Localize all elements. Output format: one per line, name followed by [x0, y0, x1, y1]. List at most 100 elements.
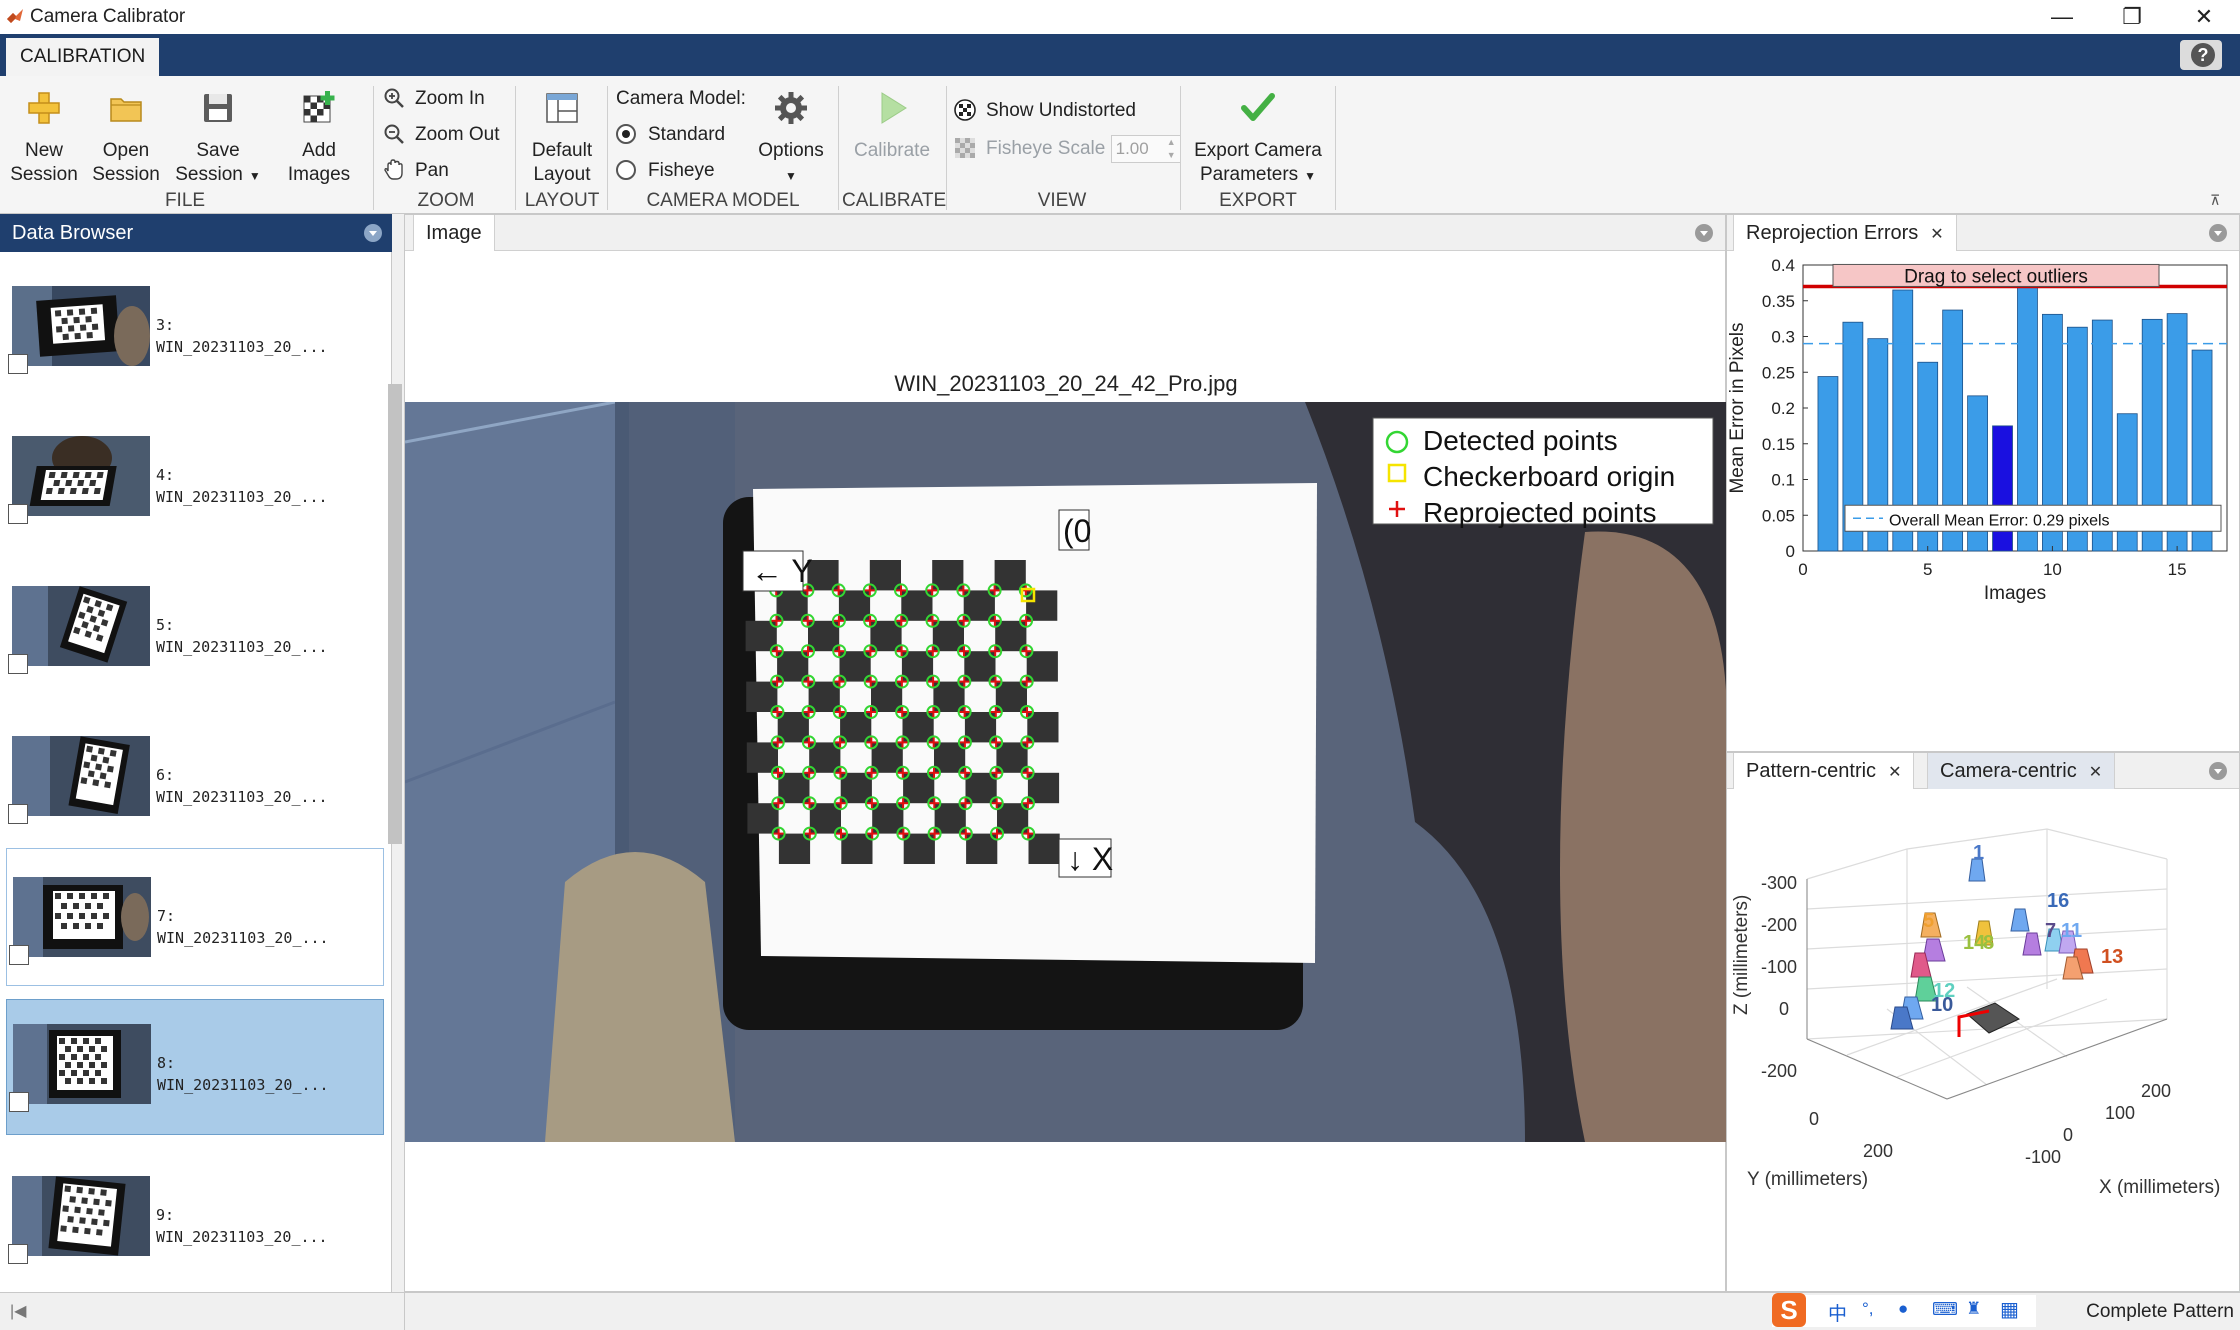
fisheye-radio[interactable]: Fisheye	[616, 156, 715, 186]
tab-camera-centric-label: Camera-centric	[1940, 760, 2077, 782]
skin-icon[interactable]: ♜	[1966, 1299, 1981, 1319]
error-bar	[1992, 425, 2013, 552]
collapse-ribbon-icon[interactable]: ⊼	[2210, 192, 2220, 209]
section-divider	[1335, 86, 1336, 210]
detected-point	[833, 735, 848, 750]
close-icon[interactable]: ✕	[1888, 764, 1901, 781]
close-icon[interactable]: ✕	[1930, 226, 1943, 243]
standard-radio[interactable]: Standard	[616, 120, 725, 150]
layout-grid-icon	[546, 93, 578, 123]
folder-icon	[110, 98, 142, 122]
detected-point	[800, 613, 815, 628]
item-name: WIN_20231103_20_...	[156, 338, 328, 356]
help-button[interactable]: ?	[2180, 40, 2222, 70]
panel-menu-icon[interactable]	[2209, 224, 2227, 242]
x-tick: 100	[2105, 1103, 2135, 1123]
data-browser-scrollbar[interactable]	[388, 384, 402, 844]
list-item[interactable]: 5: WIN_20231103_20_...	[6, 562, 384, 698]
export-camera-parameters-button[interactable]: Export Camera Parameters ▼	[1188, 90, 1328, 188]
new-session-button[interactable]: New Session	[8, 90, 80, 187]
checkerboard-flag-icon	[9, 945, 29, 965]
list-item-selected[interactable]: 8: WIN_20231103_20_...	[6, 999, 384, 1135]
detected-point	[1020, 705, 1034, 719]
image-title: WIN_20231103_20_24_42_Pro.jpg	[894, 371, 1238, 396]
restore-button[interactable]: ❐	[2100, 0, 2164, 34]
tab-reprojection-errors[interactable]: Reprojection Errors ✕	[1733, 215, 1957, 251]
ime-toolbar: S 中 °, ● ⌨ ♜ ▦	[1772, 1293, 2036, 1327]
reprojection-errors-chart[interactable]: Drag to select outliers Overall Mean Erro…	[1727, 251, 2240, 751]
extrinsics-3d-plot[interactable]: 1 16 5 14 8 7 11 13 12 10 -300 -200 -100…	[1727, 789, 2240, 1293]
detected-point	[801, 674, 816, 689]
detected-point	[863, 674, 878, 689]
list-item[interactable]: 9: WIN_20231103_20_...	[6, 1152, 384, 1288]
add-images-label-2: Images	[287, 164, 351, 185]
detected-point	[925, 583, 940, 598]
hand-icon	[384, 159, 403, 180]
y-tick-label: 0.35	[1762, 292, 1795, 311]
checkmark-icon	[1241, 93, 1275, 121]
close-window-button[interactable]: ✕	[2172, 0, 2236, 34]
show-undistorted-button[interactable]: Show Undistorted	[954, 96, 1136, 126]
tab-pattern-centric[interactable]: Pattern-centric ✕	[1733, 753, 1915, 789]
list-item[interactable]: 4: WIN_20231103_20_...	[6, 412, 384, 548]
detected-point	[895, 765, 910, 780]
panel-menu-icon[interactable]	[364, 224, 382, 242]
fisheye-scale-spinner[interactable]: 1.00 ▲ ▼	[1110, 134, 1181, 163]
thumbnail-image	[12, 1176, 150, 1256]
detected-point	[865, 826, 880, 841]
tab-image[interactable]: Image	[413, 215, 495, 251]
item-name: WIN_20231103_20_...	[157, 1076, 329, 1094]
thumbnail-image	[12, 736, 150, 816]
calibrate-button[interactable]: Calibrate	[846, 90, 938, 163]
detected-point	[770, 735, 785, 750]
z-axis-label: Z (millimeters)	[1731, 895, 1752, 1015]
default-layout-label-1: Default	[531, 140, 593, 161]
y-tick-label: 0.05	[1762, 506, 1795, 525]
keyboard-icon[interactable]: ⌨	[1932, 1299, 1958, 1320]
detected-point	[864, 705, 878, 719]
minimize-button[interactable]: —	[2030, 0, 2094, 34]
default-layout-button[interactable]: Default Layout	[522, 90, 602, 187]
calibration-image[interactable]: ← Y ↓ X (0 Detected points Checkerboard …	[405, 402, 1727, 1142]
section-zoom-label: ZOOM	[417, 190, 475, 211]
play-icon	[881, 92, 907, 124]
list-item[interactable]: 3: WIN_20231103_20_...	[6, 262, 384, 398]
fisheye-scale-value: 1.00	[1115, 138, 1149, 158]
section-layout-label: LAYOUT	[524, 190, 600, 211]
item-index: 8:	[157, 1054, 176, 1072]
panel-menu-icon[interactable]	[1695, 224, 1713, 242]
x-tick-label: 0	[1798, 560, 1807, 579]
detected-point	[1019, 613, 1034, 628]
detected-point	[802, 826, 817, 841]
options-button[interactable]: Options ▼	[750, 90, 832, 188]
x-axis-label: X (millimeters)	[2099, 1177, 2220, 1198]
detected-point	[1020, 765, 1035, 780]
toolbox-grid-icon[interactable]: ▦	[2000, 1297, 2019, 1322]
list-item[interactable]: 6: WIN_20231103_20_...	[6, 712, 384, 848]
sogou-ime-icon[interactable]: S	[1772, 1293, 1806, 1327]
detected-point	[925, 613, 940, 628]
add-images-button[interactable]: Add Images	[280, 90, 358, 187]
detected-point	[833, 796, 848, 811]
detected-point	[771, 765, 785, 780]
fisheye-scale-label: Fisheye Scale	[986, 138, 1106, 159]
zoom-in-button[interactable]: Zoom In	[383, 84, 485, 114]
close-icon[interactable]: ✕	[2089, 764, 2102, 781]
fisheye-checker-icon	[955, 138, 975, 158]
ime-chinese-mode[interactable]: 中	[1828, 1299, 1847, 1326]
tab-calibration[interactable]: CALIBRATION	[6, 38, 160, 76]
microphone-icon[interactable]: ●	[1898, 1299, 1908, 1319]
ime-punctuation[interactable]: °,	[1862, 1299, 1874, 1319]
pan-button[interactable]: Pan	[383, 156, 449, 186]
data-browser-header: Data Browser	[0, 214, 392, 252]
x-axis-label: Images	[1984, 583, 2046, 604]
collapse-left-icon[interactable]: |◀	[10, 1301, 26, 1321]
save-session-button[interactable]: Save Session ▼	[170, 90, 266, 188]
new-session-label-1: New	[24, 140, 63, 161]
panel-menu-icon[interactable]	[2209, 762, 2227, 780]
tab-camera-centric[interactable]: Camera-centric ✕	[1927, 753, 2116, 789]
zoom-out-button[interactable]: Zoom Out	[383, 120, 499, 150]
detected-point	[927, 796, 942, 811]
list-item[interactable]: 7: WIN_20231103_20_...	[6, 848, 384, 986]
open-session-button[interactable]: Open Session	[90, 90, 162, 187]
